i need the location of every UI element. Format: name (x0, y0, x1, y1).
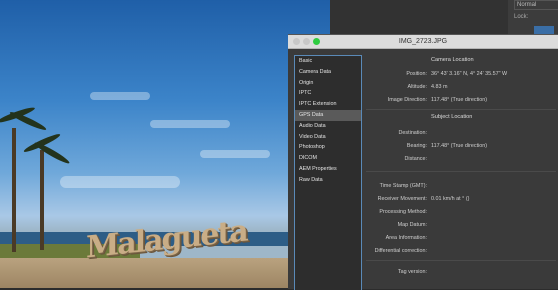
dialog-titlebar: IMG_2723.JPG (288, 35, 558, 49)
sidebar-item-basic[interactable]: Basic (295, 56, 361, 67)
image-direction-label: Image Direction: (387, 97, 427, 103)
sidebar-item-raw-data[interactable]: Raw Data (295, 175, 361, 186)
sidebar-item-video-data[interactable]: Video Data (295, 132, 361, 143)
altitude-value[interactable]: 4.83 m (431, 84, 447, 90)
subject-location-heading: Subject Location (431, 114, 473, 120)
altitude-label: Altitude: (407, 84, 427, 90)
tag-version-label: Tag version: (397, 269, 427, 275)
cloud (200, 150, 270, 158)
sidebar-item-origin[interactable]: Origin (295, 78, 361, 89)
camera-location-heading: Camera Location (431, 57, 474, 63)
sidebar-item-aem-properties[interactable]: AEM Properties (295, 164, 361, 175)
area-information-label: Area Information: (385, 235, 427, 241)
palm-tree-trunk (12, 128, 16, 252)
sidebar-item-gps-data[interactable]: GPS Data (295, 109, 361, 121)
section-divider (366, 171, 556, 172)
section-divider (366, 260, 556, 261)
cloud (60, 176, 180, 188)
file-info-dialog: IMG_2723.JPG Basic Camera Data Origin IP… (288, 34, 558, 290)
category-sidebar: Basic Camera Data Origin IPTC IPTC Exten… (294, 55, 362, 290)
palm-tree-trunk (40, 150, 44, 250)
layers-panel: Normal Lock: (330, 0, 558, 36)
lock-label: Lock: (514, 14, 529, 20)
cloud (90, 92, 150, 100)
destination-label: Destination: (398, 130, 427, 136)
section-divider (366, 109, 556, 110)
bearing-label: Bearing: (406, 143, 427, 149)
sidebar-item-photoshop[interactable]: Photoshop (295, 142, 361, 153)
position-value[interactable]: 36° 43' 3.16" N, 4° 24' 35.57" W (431, 71, 507, 77)
distance-label: Distance: (404, 156, 427, 162)
background-photo: Malagueta (0, 0, 330, 288)
receiver-movement-label: Receiver Movement: (377, 196, 427, 202)
sidebar-item-camera-data[interactable]: Camera Data (295, 67, 361, 78)
time-stamp-label: Time Stamp (GMT): (379, 183, 427, 189)
map-datum-label: Map Datum: (397, 222, 427, 228)
bearing-value[interactable]: 117.48° (True direction) (431, 143, 487, 149)
receiver-movement-value[interactable]: 0.01 km/h at ° () (431, 196, 469, 202)
sidebar-item-dicom[interactable]: DICOM (295, 153, 361, 164)
dialog-title: IMG_2723.JPG (398, 38, 448, 45)
sidebar-item-iptc-extension[interactable]: IPTC Extension (295, 99, 361, 110)
gps-data-panel: Camera Location Position: 36° 43' 3.16" … (364, 55, 558, 289)
image-direction-value[interactable]: 117.48° (True direction) (431, 97, 487, 103)
processing-method-label: Processing Method: (379, 209, 427, 215)
differential-correction-label: Differential correction: (374, 248, 427, 254)
palm-frond (33, 140, 71, 166)
cloud (150, 120, 230, 128)
sand (0, 258, 330, 288)
sidebar-item-iptc[interactable]: IPTC (295, 88, 361, 99)
position-label: Position: (406, 71, 427, 77)
blend-mode-select[interactable]: Normal (514, 0, 558, 10)
sidebar-item-audio-data[interactable]: Audio Data (295, 121, 361, 132)
